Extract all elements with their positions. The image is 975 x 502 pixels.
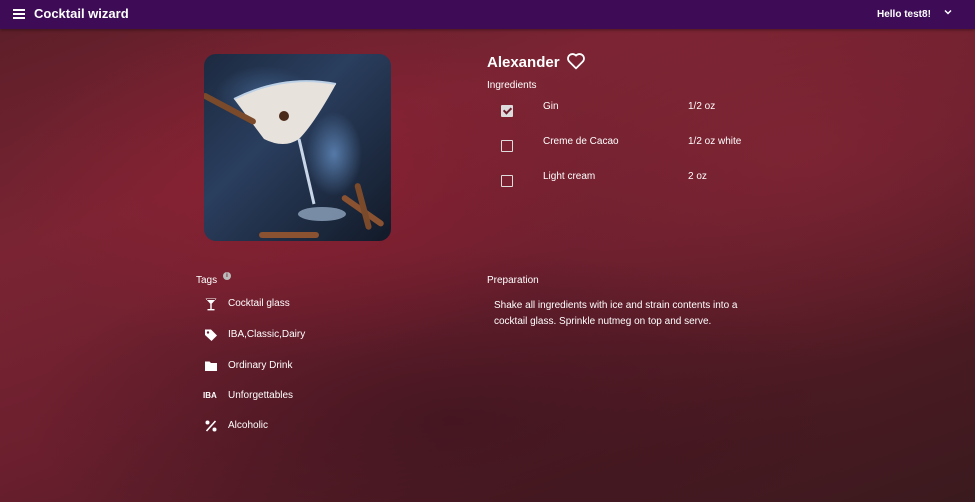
ingredient-amount: 1/2 oz white bbox=[688, 136, 742, 147]
tag-text: Cocktail glass bbox=[228, 298, 290, 309]
hamburger-menu-icon[interactable] bbox=[13, 9, 25, 19]
heart-outline-icon[interactable] bbox=[566, 52, 586, 75]
ingredient-row: Gin 1/2 oz bbox=[487, 101, 787, 121]
tag-text: Ordinary Drink bbox=[228, 360, 293, 371]
ingredient-amount: 2 oz bbox=[688, 171, 707, 182]
percent-icon bbox=[204, 419, 218, 433]
tag-item: Ordinary Drink bbox=[204, 359, 404, 375]
ingredient-row: Creme de Cacao 1/2 oz white bbox=[487, 136, 787, 156]
ingredient-name: Creme de Cacao bbox=[543, 136, 619, 147]
ingredient-amount: 1/2 oz bbox=[688, 101, 716, 112]
tag-text: Unforgettables bbox=[228, 390, 294, 401]
tag-item: IBA Unforgettables bbox=[203, 389, 404, 405]
cocktail-glass-icon bbox=[204, 297, 218, 311]
tags-label: Tags bbox=[196, 275, 218, 286]
ingredient-name: Light cream bbox=[543, 171, 596, 182]
drink-title: Alexander bbox=[487, 54, 560, 71]
ingredient-name: Gin bbox=[543, 101, 559, 112]
app-bar: Cocktail wizard Hello test8! bbox=[0, 0, 975, 29]
ingredient-checkbox[interactable] bbox=[501, 175, 513, 187]
app-title[interactable]: Cocktail wizard bbox=[34, 6, 129, 21]
ingredient-checkbox[interactable] bbox=[501, 140, 513, 152]
iba-icon: IBA bbox=[203, 391, 217, 400]
cocktail-photo bbox=[204, 54, 391, 241]
tag-icon bbox=[204, 328, 218, 342]
user-greeting[interactable]: Hello test8! bbox=[877, 9, 931, 20]
chevron-down-icon[interactable] bbox=[944, 8, 952, 19]
tag-item: Cocktail glass bbox=[204, 297, 404, 313]
ingredient-checkbox[interactable] bbox=[501, 105, 513, 117]
ingredient-row: Light cream 2 oz bbox=[487, 171, 787, 191]
folder-icon bbox=[204, 359, 218, 373]
tag-text: IBA,Classic,Dairy bbox=[228, 329, 306, 340]
info-icon[interactable]: i bbox=[223, 272, 231, 280]
tag-text: Alcoholic bbox=[228, 420, 269, 431]
preparation-label: Preparation bbox=[487, 275, 539, 286]
preparation-text: Shake all ingredients with ice and strai… bbox=[494, 300, 738, 327]
tag-item: Alcoholic bbox=[204, 419, 404, 435]
tag-item: IBA,Classic,Dairy bbox=[204, 328, 404, 344]
ingredients-label: Ingredients bbox=[487, 80, 537, 91]
